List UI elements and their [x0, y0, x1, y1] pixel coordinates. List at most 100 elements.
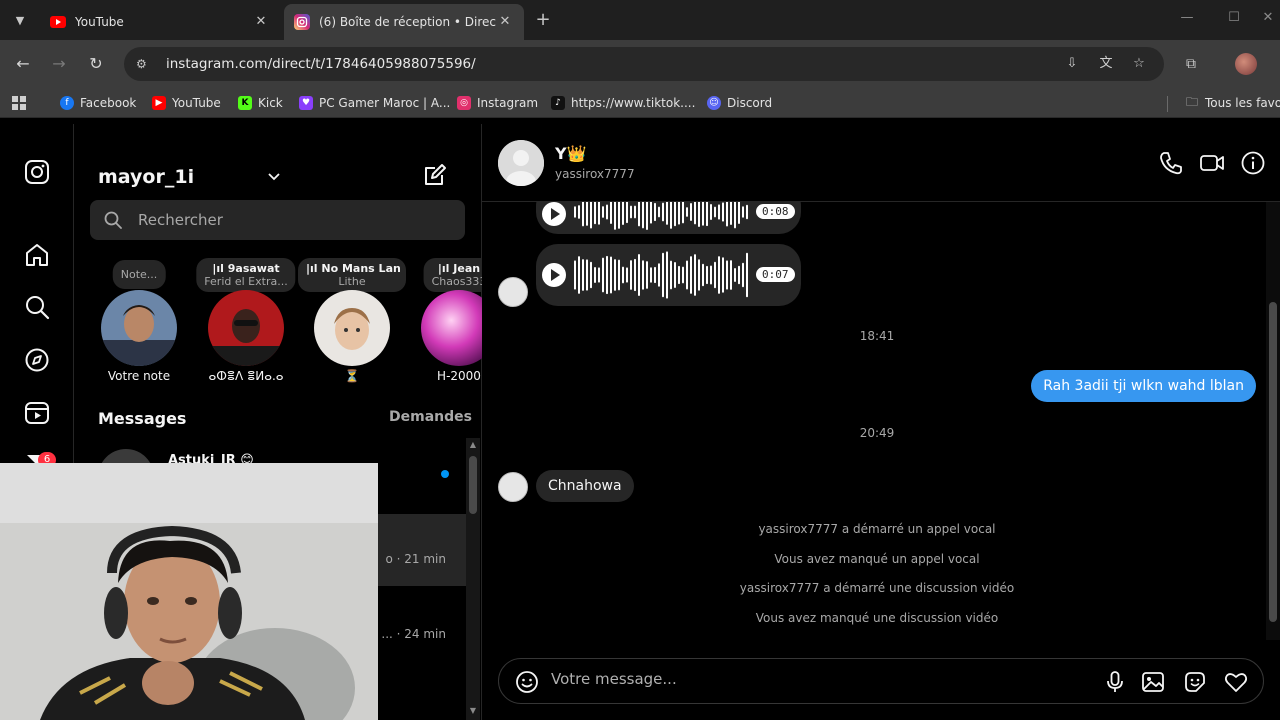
compose-new-message-icon[interactable]	[422, 162, 448, 188]
new-tab-plus-icon[interactable]: +	[532, 10, 554, 32]
message-composer[interactable]	[498, 658, 1264, 704]
emoji-icon[interactable]	[515, 670, 539, 694]
browser-tab-youtube[interactable]: YouTube ✕	[40, 4, 280, 40]
note-music-title: |ıl 9asawat	[212, 262, 280, 275]
tab-search-chevron-icon[interactable]: ▼	[8, 8, 32, 32]
bookmarks-separator	[1167, 96, 1168, 112]
conversation-time: o · 21 min	[385, 552, 447, 566]
avatar[interactable]	[421, 290, 482, 366]
close-tab-icon[interactable]: ✕	[496, 13, 514, 31]
instagram-logo-icon[interactable]	[24, 159, 50, 185]
play-icon[interactable]	[542, 263, 566, 287]
reels-icon[interactable]	[24, 400, 50, 426]
contact-name[interactable]: Y👑	[555, 144, 587, 163]
sticker-icon[interactable]	[1183, 670, 1207, 694]
video-call-icon[interactable]	[1199, 150, 1225, 176]
bookmark-label: Kick	[258, 96, 283, 110]
play-icon[interactable]	[542, 202, 566, 226]
sent-message-bubble[interactable]: Rah 3adii tji wlkn wahd lblan	[1031, 370, 1256, 402]
close-window-icon[interactable]: ✕	[1256, 10, 1280, 25]
folder-icon: 🗀	[1185, 94, 1198, 109]
profile-avatar[interactable]	[1235, 53, 1257, 75]
bookmark-star-icon[interactable]: ☆	[1129, 54, 1149, 74]
note-music-artist: Chaos333	[431, 275, 482, 288]
search-icon[interactable]	[24, 294, 50, 320]
microphone-icon[interactable]	[1103, 670, 1127, 694]
translate-icon[interactable]: 文	[1096, 54, 1116, 74]
browser-toolbar: ← → ↻ ⚙ instagram.com/direct/t/178464059…	[0, 40, 1280, 88]
bookmark-kick[interactable]: K Kick	[238, 94, 283, 112]
address-bar[interactable]: ⚙ instagram.com/direct/t/178464059880755…	[124, 47, 1164, 81]
facebook-icon: f	[60, 96, 74, 110]
note-item[interactable]: |ıl 9asawat Ferid el Extra... ⴰⵀⴻⴷ ⴻⵍⴰ.ⴰ	[196, 254, 296, 389]
site-settings-icon[interactable]: ⚙	[136, 57, 156, 71]
install-app-icon[interactable]: ⇩	[1062, 54, 1082, 74]
bookmark-label: Tous les favo	[1205, 96, 1280, 110]
avatar[interactable]	[101, 290, 177, 366]
bookmark-facebook[interactable]: f Facebook	[60, 94, 136, 112]
received-message-bubble[interactable]: Chnahowa	[536, 470, 634, 502]
search-bar[interactable]	[90, 200, 465, 240]
instagram-icon: ◎	[457, 96, 471, 110]
minimize-window-icon[interactable]: —	[1175, 10, 1199, 25]
voice-message[interactable]: 0:07	[536, 244, 801, 306]
home-icon[interactable]	[24, 242, 50, 268]
discord-icon: ☺	[707, 96, 721, 110]
avatar[interactable]	[314, 290, 390, 366]
scroll-up-arrow-icon[interactable]: ▲	[468, 440, 478, 449]
note-music-artist: Ferid el Extra...	[204, 275, 288, 288]
requests-link[interactable]: Demandes	[389, 409, 472, 425]
youtube-icon	[50, 14, 66, 30]
apps-grid-icon[interactable]	[12, 94, 26, 112]
unread-dot	[441, 470, 449, 478]
note-item[interactable]: |ıl No Mans Lan Lithe ⏳	[298, 254, 406, 389]
bookmark-instagram[interactable]: ◎ Instagram	[457, 94, 538, 112]
message-input[interactable]	[551, 670, 1091, 688]
note-item[interactable]: |ıl Jean Chaos333 H-2000	[409, 254, 482, 389]
bookmarks-folder[interactable]: 🗀 Tous les favo	[1185, 94, 1280, 112]
scroll-down-arrow-icon[interactable]: ▼	[468, 706, 478, 715]
account-username[interactable]: mayor_1i	[98, 166, 194, 188]
bookmark-pcgamer[interactable]: ♥ PC Gamer Maroc | A...	[299, 94, 450, 112]
system-message: Vous avez manqué une discussion vidéo	[755, 611, 999, 625]
maximize-window-icon[interactable]: ☐	[1222, 10, 1246, 25]
explore-compass-icon[interactable]	[24, 347, 50, 373]
tab-title: YouTube	[75, 15, 124, 29]
search-input[interactable]	[138, 211, 438, 229]
browser-tab-bar: ▼ YouTube ✕ (6) Boîte de réception • Dir…	[0, 0, 1280, 40]
extensions-puzzle-icon[interactable]: ⧉	[1179, 52, 1203, 76]
scrollbar-thumb[interactable]	[469, 456, 477, 514]
note-bubble[interactable]: |ıl 9asawat Ferid el Extra...	[196, 258, 296, 292]
contact-avatar[interactable]	[498, 140, 544, 186]
inbox-scrollbar[interactable]: ▲ ▼	[466, 438, 480, 720]
browser-tab-instagram[interactable]: (6) Boîte de réception • Direct ✕	[284, 4, 524, 40]
search-icon	[104, 211, 122, 229]
bookmark-tiktok[interactable]: ♪ https://www.tiktok....	[551, 94, 695, 112]
bookmark-youtube[interactable]: ▶ YouTube	[152, 94, 221, 112]
forward-arrow-icon[interactable]: →	[47, 52, 71, 76]
note-item[interactable]: Note... Votre note	[89, 254, 189, 389]
note-owner-name: ⴰⵀⴻⴷ ⴻⵍⴰ.ⴰ	[208, 369, 284, 383]
image-upload-icon[interactable]	[1141, 670, 1165, 694]
note-music-title: |ıl No Mans Lan	[306, 262, 401, 275]
reload-icon[interactable]: ↻	[84, 52, 108, 76]
close-tab-icon[interactable]: ✕	[252, 13, 270, 31]
note-owner-name: ⏳	[344, 369, 360, 383]
conversation-info-icon[interactable]	[1240, 150, 1266, 176]
note-bubble[interactable]: Note...	[112, 260, 166, 289]
contact-avatar-small[interactable]	[498, 277, 528, 307]
note-bubble[interactable]: |ıl No Mans Lan Lithe	[298, 258, 406, 292]
note-owner-name: H-2000	[437, 369, 481, 383]
avatar[interactable]	[208, 290, 284, 366]
note-bubble[interactable]: |ıl Jean Chaos333	[423, 258, 482, 292]
bookmark-discord[interactable]: ☺ Discord	[707, 94, 772, 112]
system-message: yassirox7777 a démarré un appel vocal	[758, 522, 996, 536]
chevron-down-icon[interactable]	[266, 168, 282, 184]
heart-icon[interactable]	[1224, 670, 1248, 694]
url-text: instagram.com/direct/t/17846405988075596…	[166, 56, 476, 72]
phone-call-icon[interactable]	[1158, 150, 1184, 176]
chat-scrollbar[interactable]	[1266, 202, 1280, 640]
contact-avatar-small[interactable]	[498, 472, 528, 502]
back-arrow-icon[interactable]: ←	[11, 52, 35, 76]
scrollbar-thumb[interactable]	[1269, 302, 1277, 622]
